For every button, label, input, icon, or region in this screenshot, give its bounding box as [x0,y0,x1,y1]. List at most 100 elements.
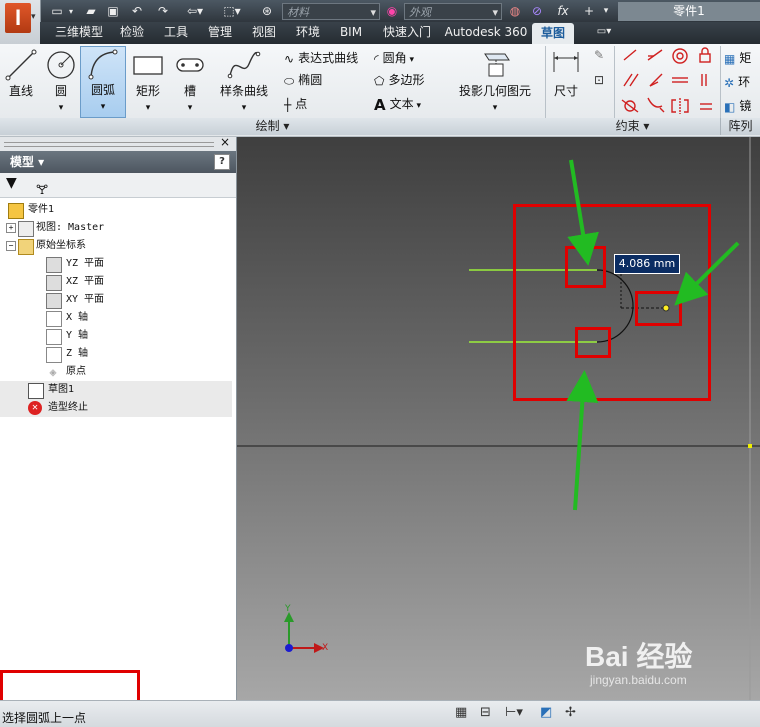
return-icon[interactable]: ⇦▾ [182,3,208,20]
tab-tools[interactable]: 工具 [156,22,196,44]
constraint-grid [621,47,712,114]
collapse-icon[interactable]: − [6,241,16,251]
equation-curve-button[interactable]: ∿ 表达式曲线 [284,47,358,69]
tree-item-origin[interactable]: − 原始坐标系 [0,237,232,255]
adjust-icon[interactable]: ◍ [506,3,524,20]
sketch-settings-icon[interactable]: ⊟ [480,705,491,720]
project-geometry-button[interactable]: 投影几何图元 ▾ [450,48,540,114]
circular-pattern-button[interactable]: ✲ 环 [724,71,750,93]
pattern-panel-label[interactable]: 阵列 [721,118,760,135]
dimension-button[interactable]: 尺寸 [548,48,584,114]
grid-snap-icon[interactable]: ▦ [455,705,467,720]
axis-icon [46,329,62,345]
mirror-icon: ◧ [724,99,736,114]
material-dropdown[interactable]: 材料 ▾ [282,3,380,20]
help-icon[interactable]: ? [214,154,230,170]
tab-bim[interactable]: BIM [332,22,370,44]
dropdown-arrow-icon: ▾ [58,103,64,113]
save-icon[interactable]: ▣ [104,3,122,20]
new-file-icon[interactable]: ▭ [48,3,66,20]
tab-get-started[interactable]: 快速入门 [374,22,440,44]
folder-icon [18,239,34,255]
draw-panel-label[interactable]: 绘制 ▾ [0,118,546,135]
mirror-button[interactable]: ◧ 镜 [724,95,751,117]
expand-icon[interactable]: + [6,223,16,233]
tab-manage[interactable]: 管理 [200,22,240,44]
dropdown-arrow-icon: ▾ [492,103,498,113]
slot-button[interactable]: 槽 ▾ [170,48,210,114]
parallel-icon [623,73,639,87]
select-icon[interactable]: ⬚▾ [220,3,244,20]
panel-options-icon[interactable]: ▭▾ [592,22,616,44]
circle-button[interactable]: 圆 ▾ [42,48,80,114]
browser-title[interactable]: 模型 ▾ [0,155,44,169]
line-button[interactable]: 直线 [2,48,40,114]
browser-header[interactable]: 模型 ▾ ? [0,151,236,173]
application-menu-button[interactable]: I ▾ [0,0,41,44]
fx-parameters-icon[interactable]: fx [552,3,574,20]
annotation-box-upper [565,246,606,288]
tab-inspect[interactable]: 检验 [112,22,152,44]
update-icon[interactable]: ⊛ [258,3,276,20]
arc-button[interactable]: 圆弧 ▾ [80,46,126,118]
fillet-button[interactable]: ◜ 圆角 ▾ [374,47,414,69]
new-dropdown-icon[interactable]: ▾ [66,3,76,20]
annotation-box-lower [575,327,611,358]
tab-environments[interactable]: 环境 [288,22,328,44]
filter-icon[interactable]: ▼ [6,175,17,191]
smooth-icon [647,97,665,113]
axis-icon [46,311,62,327]
tree-item-end-of-part[interactable]: ✕ 造型终止 [0,399,232,417]
project-geometry-icon [484,53,510,77]
customize-dropdown-icon[interactable]: ▾ [600,3,612,20]
tab-view[interactable]: 视图 [244,22,284,44]
tree-item-sketch[interactable]: 草图1 [0,381,232,399]
line-icon [5,49,37,81]
inventor-logo-icon: I [5,3,31,33]
dropdown-arrow-icon: ▾ [145,103,151,113]
rectangle-button[interactable]: 矩形 ▾ [128,48,168,114]
find-binoculars-icon[interactable]: 🝖 [36,176,48,202]
tree-item-x-axis[interactable]: X 轴 [0,309,232,327]
redo-icon[interactable]: ↷ [154,3,172,20]
spline-button[interactable]: 样条曲线 ▾ [216,48,272,114]
clear-appearance-icon[interactable]: ⊘ [528,3,546,20]
annotation-box-right [635,291,682,326]
tab-autodesk-360[interactable]: Autodesk 360 [444,22,528,44]
appearance-dropdown[interactable]: 外观 ▾ [404,3,502,20]
tree-item-origin-point[interactable]: ◈ 原点 [0,363,232,381]
tree-item-yz-plane[interactable]: YZ 平面 [0,255,232,273]
fix-icon [699,47,711,63]
show-constraints-icon[interactable]: ⊡ [590,73,608,91]
view-icon [18,221,34,237]
status-bar [0,700,760,727]
close-icon[interactable]: × [220,135,230,149]
auto-dimension-icon[interactable]: ✎ [590,48,608,66]
tab-sketch[interactable]: 草图 [532,23,574,44]
coincident-icon [623,49,637,61]
tree-item-view[interactable]: + 视图: Master [0,219,232,237]
undo-icon[interactable]: ↶ [128,3,146,20]
baidu-watermark-url: jingyan.baidu.com [590,673,687,687]
slice-graphics-icon[interactable]: ◩ [540,705,552,720]
constrain-panel-label[interactable]: 约束 ▾ [545,118,721,135]
tree-item-xz-plane[interactable]: XZ 平面 [0,273,232,291]
polygon-button[interactable]: ⬠ 多边形 [374,69,424,91]
open-file-icon[interactable]: ▰ [82,3,100,20]
text-button[interactable]: A 文本 ▾ [374,93,421,115]
tree-item-z-axis[interactable]: Z 轴 [0,345,232,363]
tree-item-part[interactable]: 零件1 [0,201,232,219]
fillet-icon: ◜ [374,51,379,66]
rectangular-pattern-button[interactable]: ▦ 矩 [724,47,751,69]
show-dof-icon[interactable]: ✢ [565,705,576,720]
tree-item-y-axis[interactable]: Y 轴 [0,327,232,345]
tab-3d-model[interactable]: 三维模型 [50,22,108,44]
tree-item-xy-plane[interactable]: XY 平面 [0,291,232,309]
document-title: 零件1 [618,2,760,21]
x-axis-label: X [322,643,329,653]
point-button[interactable]: ┼ 点 [284,93,307,115]
plus-icon[interactable]: + [580,3,598,20]
ellipse-button[interactable]: ⬭ 椭圆 [284,69,322,91]
origin-marker [748,444,752,448]
dimension-display-icon[interactable]: ⊢▾ [505,705,523,720]
